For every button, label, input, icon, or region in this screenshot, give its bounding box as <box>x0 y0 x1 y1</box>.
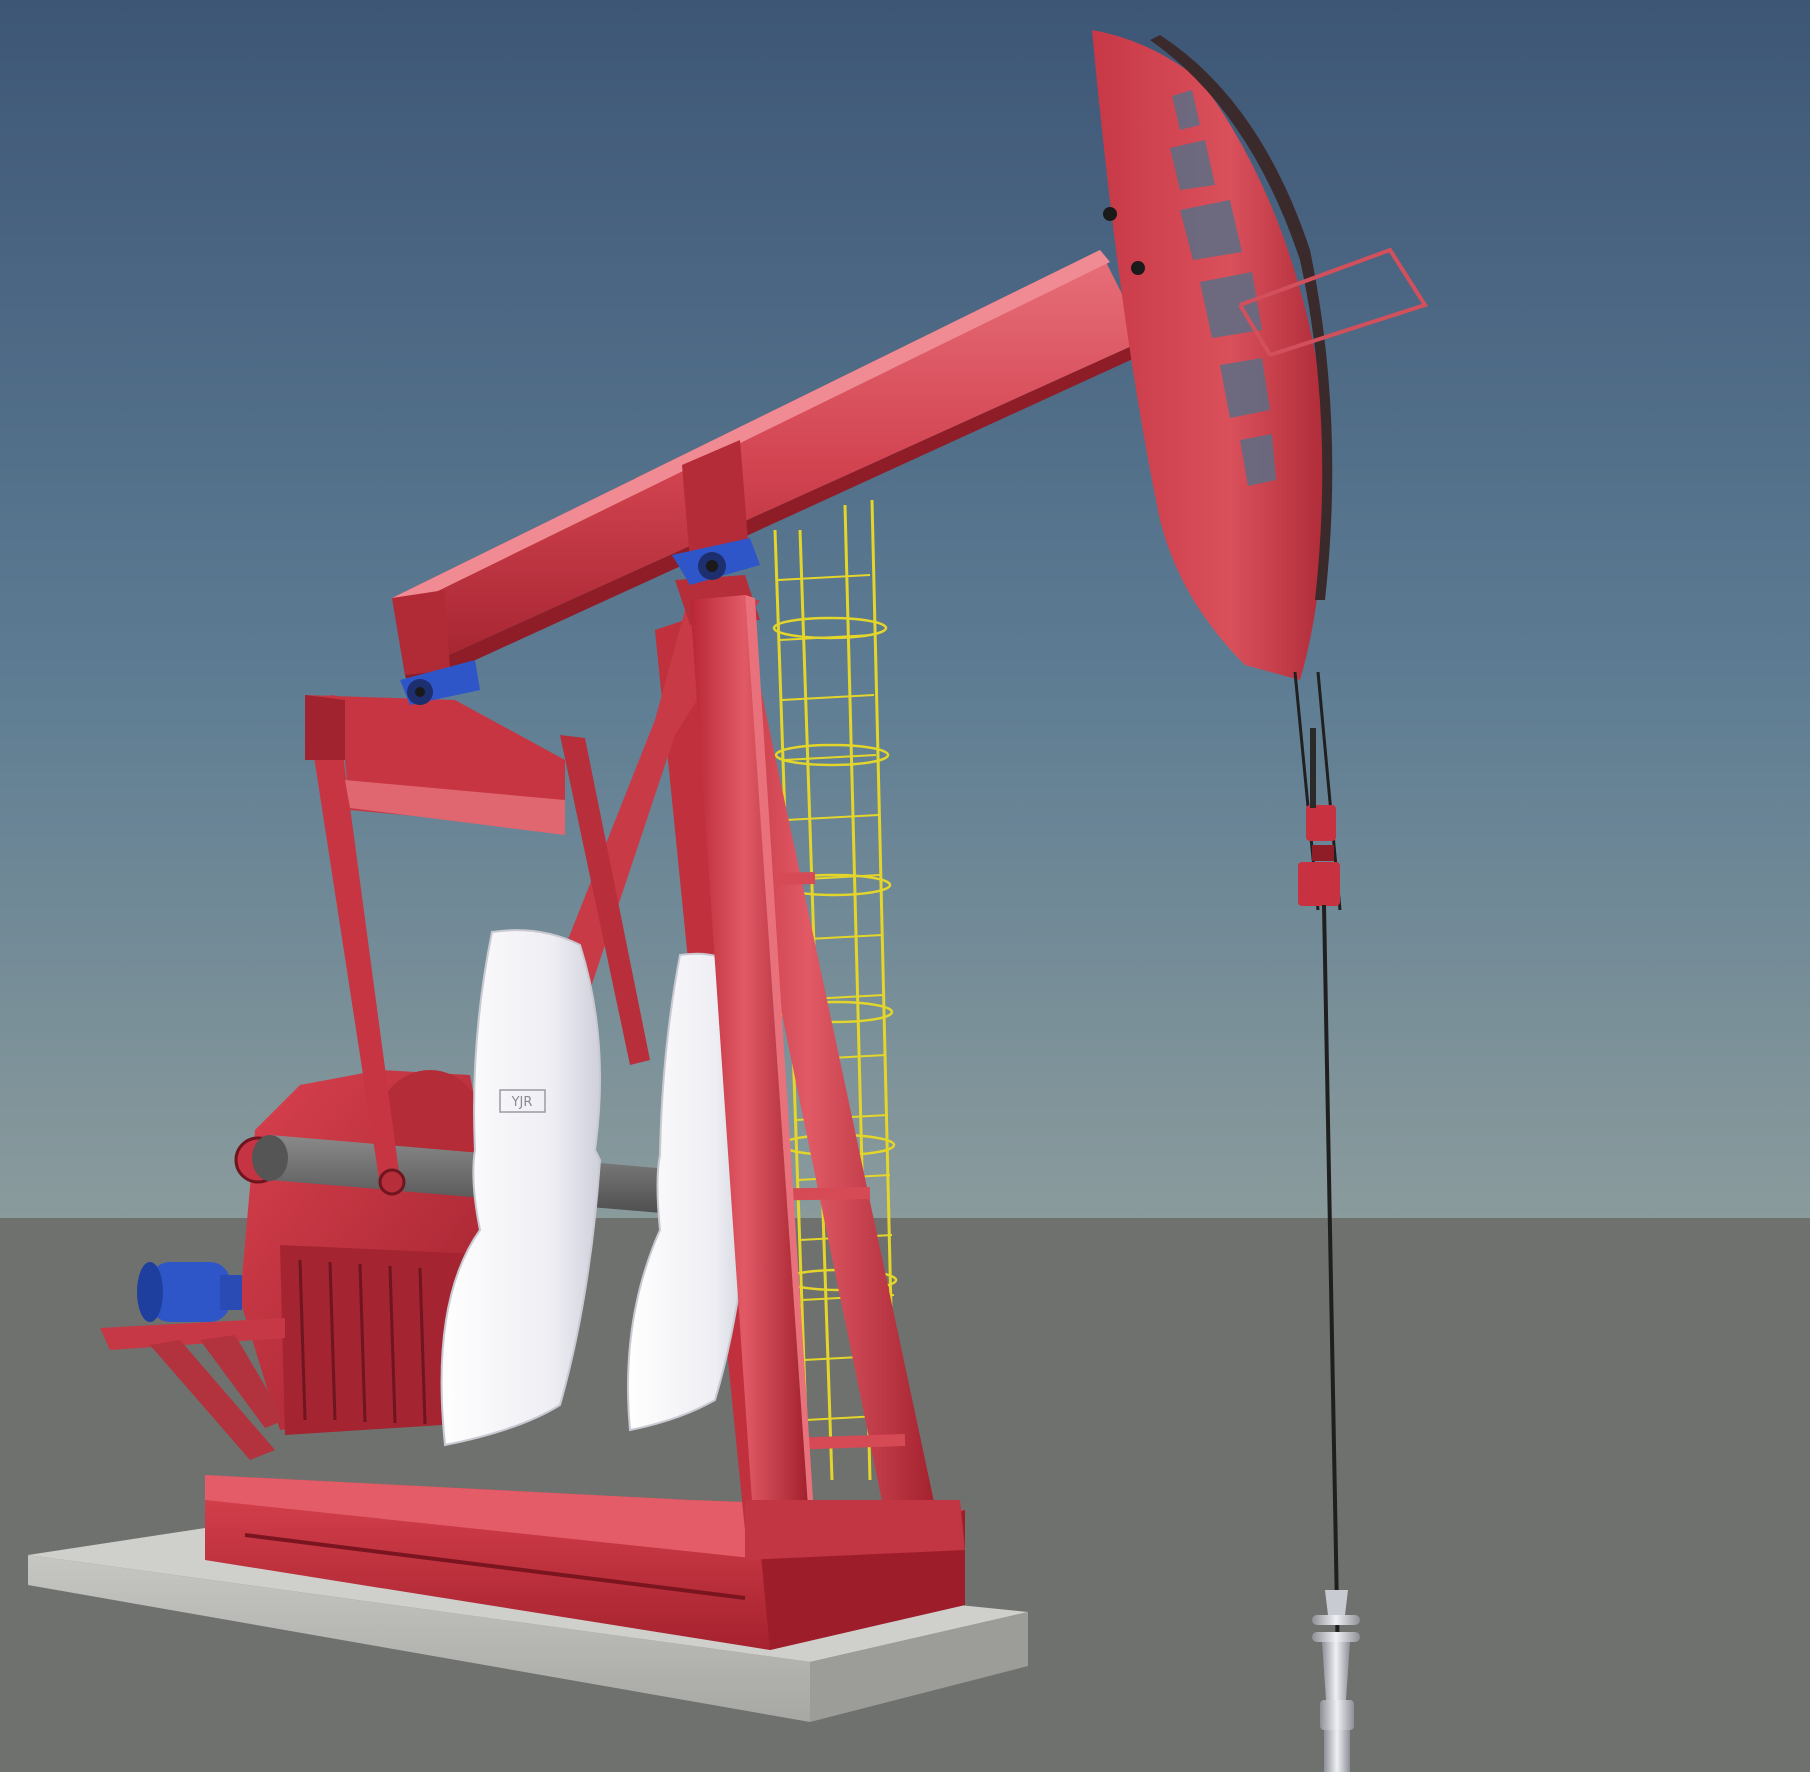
sky <box>0 0 1810 1220</box>
pumpjack-scene: YJR <box>0 0 1810 1772</box>
motor <box>137 1262 242 1322</box>
counterweight-logo-text: YJR <box>511 1095 533 1110</box>
